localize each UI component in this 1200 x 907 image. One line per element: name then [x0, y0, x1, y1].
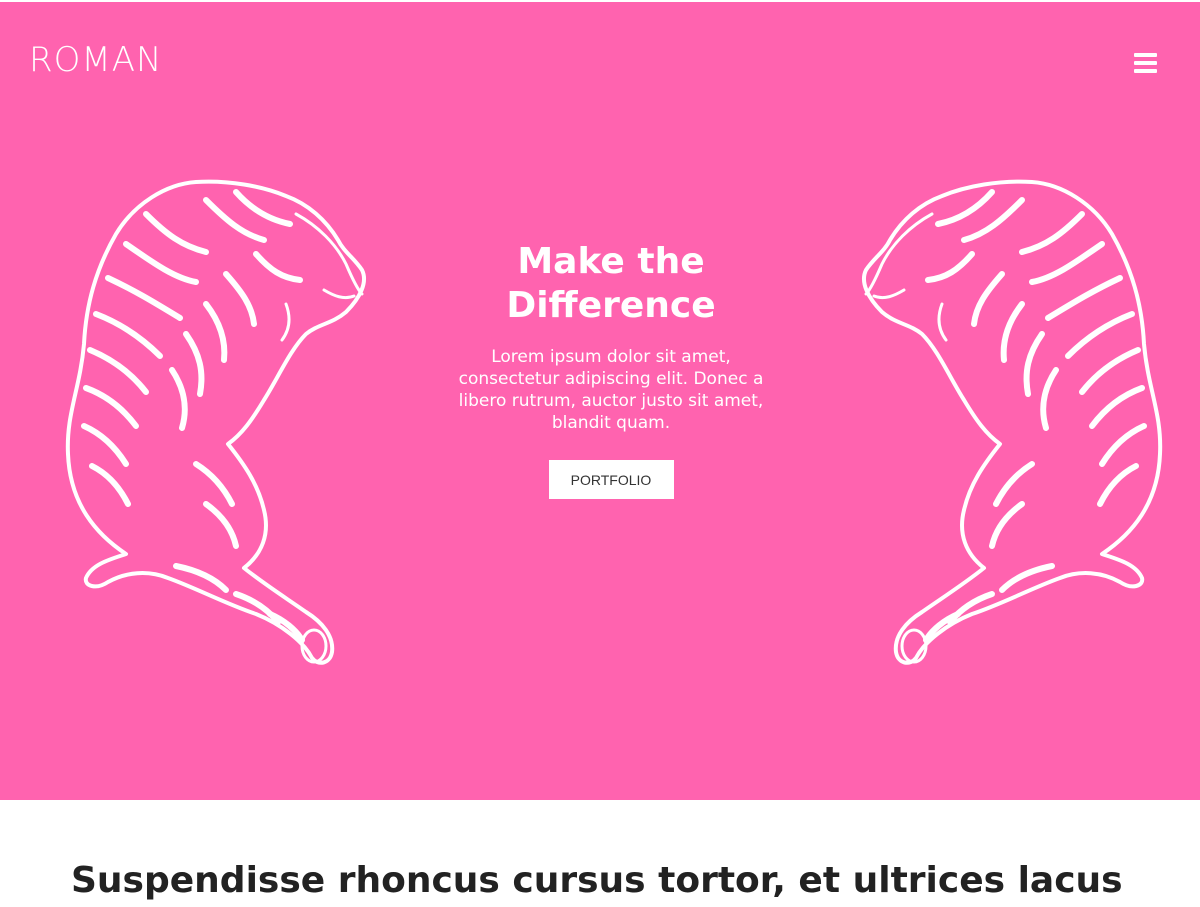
tiger-illustration-right [862, 179, 1163, 665]
section-heading: Suspendisse rhoncus cursus tortor, et ul… [71, 860, 1123, 901]
hero-section: ROMAN Make the Difference Lorem ipsum do… [0, 0, 1200, 800]
hero-title-line1: Make the [517, 241, 705, 282]
hero-title-line2: Difference [506, 285, 716, 326]
hero-content: Make the Difference Lorem ipsum dolor si… [430, 240, 792, 499]
hero-description: Lorem ipsum dolor sit amet, consectetur … [458, 347, 764, 433]
portfolio-button[interactable]: PORTFOLIO [548, 460, 674, 499]
hero-title: Make the Difference [430, 240, 792, 328]
hamburger-menu-icon[interactable] [1134, 53, 1157, 73]
tiger-illustration-left [65, 179, 366, 665]
site-logo[interactable]: ROMAN [29, 40, 162, 80]
